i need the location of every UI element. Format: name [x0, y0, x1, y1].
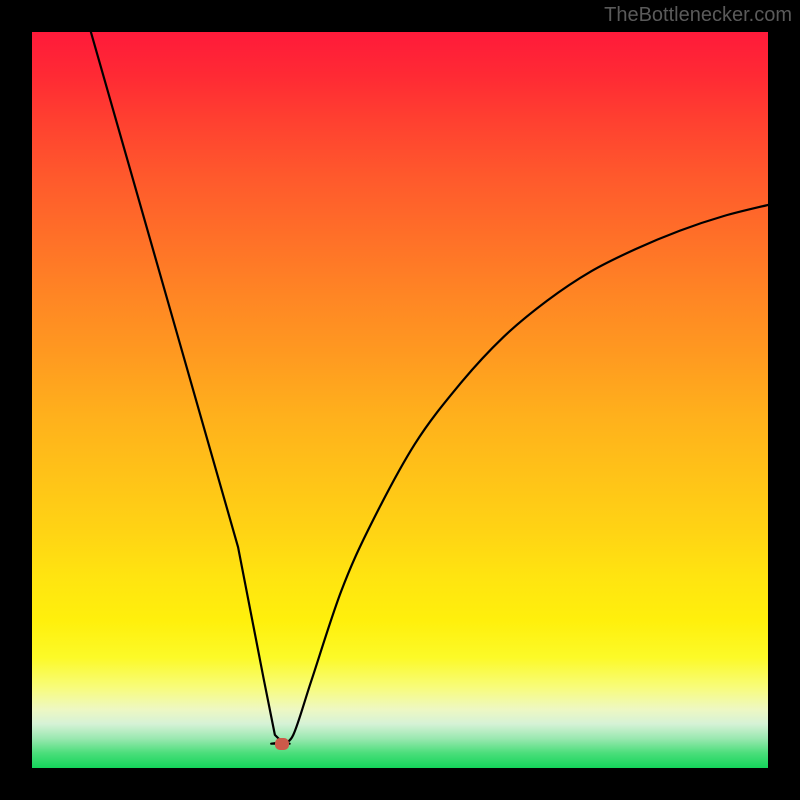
watermark-text: TheBottlenecker.com: [604, 4, 792, 27]
plot-area: [32, 32, 768, 768]
bottleneck-curve: [91, 32, 768, 744]
optimal-marker: [275, 738, 289, 750]
chart-container: TheBottlenecker.com: [0, 0, 800, 800]
curve-svg: [32, 32, 768, 768]
